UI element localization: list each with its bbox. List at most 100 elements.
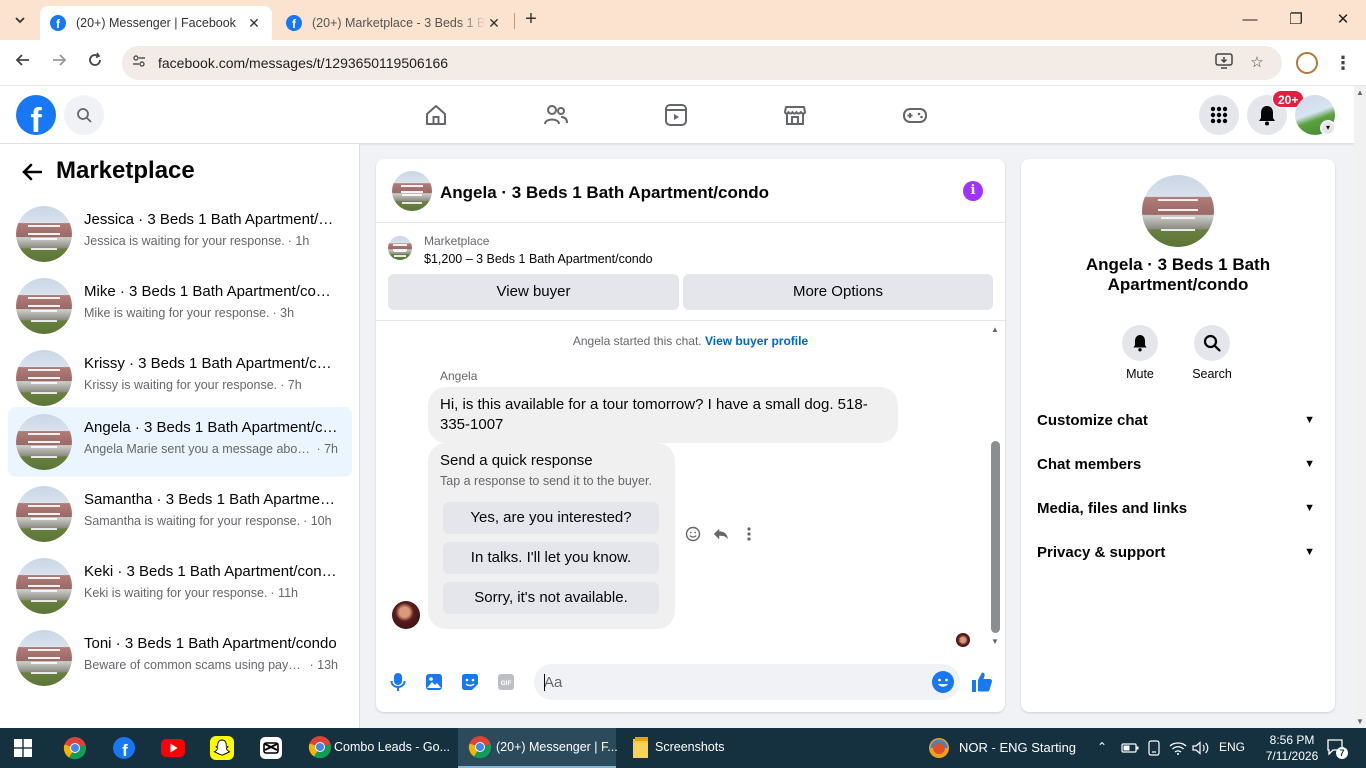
facebook-app-icon[interactable]: f	[111, 735, 137, 761]
quick-reply-yes-button[interactable]: Yes, are you interested?	[443, 502, 659, 534]
chat-scrollbar-thumb[interactable]	[991, 441, 1000, 633]
chevron-down-icon: ▼	[1304, 414, 1315, 426]
scroll-down-icon[interactable]: ▼	[991, 637, 999, 646]
back-button[interactable]	[18, 158, 46, 186]
sticker-button[interactable]	[458, 670, 482, 694]
snapchat-icon[interactable]	[209, 735, 235, 761]
conversation-item[interactable]: Mike · 3 Beds 1 Bath Apartment/condo Mik…	[8, 271, 352, 341]
search-in-conversation-button[interactable]: Search	[1182, 325, 1242, 381]
microphone-icon	[390, 673, 406, 691]
nav-video[interactable]	[661, 100, 691, 130]
conversation-item[interactable]: Krissy · 3 Beds 1 Bath Apartment/condo K…	[8, 343, 352, 413]
system-clock[interactable]: 8:56 PM 7/11/2026	[1262, 732, 1322, 764]
conversation-item[interactable]: Samantha · 3 Beds 1 Bath Apartment/condo…	[8, 479, 352, 549]
bookmark-star-icon[interactable]: ☆	[1247, 53, 1267, 73]
tab-search-dropdown[interactable]	[8, 8, 32, 32]
back-button[interactable]	[10, 50, 36, 76]
listing-thumbnail[interactable]	[388, 236, 412, 260]
facebook-search-button[interactable]	[64, 95, 104, 135]
voice-clip-button[interactable]	[386, 670, 410, 694]
close-tab-icon[interactable]: ✕	[486, 15, 502, 32]
address-bar[interactable]: facebook.com/messages/t/1293650119506166…	[122, 46, 1282, 80]
message-list[interactable]: Angela started this chat. View buyer pro…	[376, 321, 1005, 651]
minimize-button[interactable]: —	[1238, 8, 1262, 32]
media-files-links-section[interactable]: Media, files and links ▼	[1029, 486, 1327, 530]
taskbar-app-screenshots[interactable]: Screenshots	[624, 728, 774, 768]
listing-thumbnail	[16, 558, 72, 614]
attach-photo-button[interactable]	[422, 670, 446, 694]
quick-reply-not-available-button[interactable]: Sorry, it's not available.	[443, 582, 659, 614]
quick-response-title: Send a quick response	[440, 452, 593, 469]
battery-icon[interactable]	[1117, 735, 1143, 761]
more-options-button[interactable]: More Options	[683, 274, 993, 310]
volume-icon[interactable]	[1188, 735, 1214, 761]
tab-marketplace[interactable]: f (20+) Marketplace - 3 Beds 1 Bath ✕	[276, 6, 512, 40]
conversation-item[interactable]: Jessica · 3 Beds 1 Bath Apartment/condo …	[8, 199, 352, 269]
grid-menu-icon	[1210, 106, 1228, 124]
notification-center-icon[interactable]: 7	[1326, 738, 1348, 759]
view-buyer-profile-link[interactable]: View buyer profile	[705, 334, 808, 348]
conversation-item-active[interactable]: Angela · 3 Beds 1 Bath Apartment/condo A…	[8, 407, 352, 477]
chat-title[interactable]: Angela · 3 Beds 1 Bath Apartment/condo	[440, 183, 769, 203]
nav-marketplace[interactable]	[780, 100, 810, 130]
message-bubble[interactable]: Hi, is this available for a tour tomorro…	[428, 387, 898, 443]
tab-messenger[interactable]: f (20+) Messenger | Facebook ✕	[40, 6, 272, 40]
site-info-icon[interactable]	[130, 54, 148, 72]
conversation-item[interactable]: Keki · 3 Beds 1 Bath Apartment/condo Kek…	[8, 551, 352, 621]
weather-text[interactable]: NOR - ENG Starting	[959, 740, 1076, 755]
language-indicator[interactable]: ENG	[1219, 740, 1245, 754]
chevron-down-icon[interactable]: ▾	[1320, 120, 1336, 136]
device-icon[interactable]	[1141, 735, 1167, 761]
scroll-up-icon[interactable]: ▲	[991, 325, 999, 334]
sidebar-title: Marketplace	[56, 157, 195, 184]
mute-button[interactable]: Mute	[1110, 325, 1170, 381]
sender-avatar[interactable]	[392, 601, 420, 629]
conversation-info-icon[interactable]: i	[963, 181, 983, 201]
emoji-picker-button[interactable]	[932, 671, 954, 693]
weather-icon[interactable]	[926, 735, 952, 761]
privacy-support-section[interactable]: Privacy & support ▼	[1029, 530, 1327, 574]
react-icon[interactable]	[685, 526, 701, 542]
restore-button[interactable]: ❐	[1284, 8, 1308, 32]
message-input[interactable]	[544, 664, 914, 700]
search-label: Search	[1192, 367, 1232, 381]
send-like-button[interactable]	[970, 670, 994, 694]
menu-button[interactable]	[1199, 95, 1239, 135]
facebook-logo-icon[interactable]: f	[16, 95, 56, 135]
view-buyer-button[interactable]: View buyer	[388, 274, 679, 310]
nav-home[interactable]	[421, 100, 451, 130]
taskbar-app-messenger[interactable]: (20+) Messenger | F...	[458, 728, 618, 768]
taskbar-app-combo-leads[interactable]: Combo Leads - Go...	[302, 728, 454, 768]
listing-price-title[interactable]: $1,200 – 3 Beds 1 Bath Apartment/condo	[424, 252, 653, 266]
chat-members-section[interactable]: Chat members ▼	[1029, 442, 1327, 486]
reload-button[interactable]	[82, 50, 108, 76]
search-icon	[1203, 334, 1221, 352]
install-app-icon[interactable]	[1214, 53, 1234, 73]
conversation-name: Krissy · 3 Beds 1 Bath Apartment/condo	[84, 355, 338, 372]
capcut-icon[interactable]	[258, 735, 284, 761]
quick-reply-in-talks-button[interactable]: In talks. I'll let you know.	[443, 542, 659, 574]
listing-avatar-large[interactable]	[1142, 175, 1214, 247]
scroll-up-icon[interactable]: ▲	[1356, 88, 1364, 97]
nav-gaming[interactable]	[900, 100, 930, 130]
conversation-item[interactable]: Toni · 3 Beds 1 Bath Apartment/condo Bew…	[8, 623, 352, 693]
gif-button[interactable]: GIF	[494, 670, 518, 694]
windows-start-icon[interactable]	[10, 735, 36, 761]
marketplace-label: Marketplace	[424, 234, 490, 248]
reply-icon[interactable]	[713, 526, 729, 542]
browser-profile-icon[interactable]	[1296, 52, 1318, 74]
chat-avatar[interactable]	[392, 171, 432, 211]
forward-button[interactable]	[46, 50, 72, 76]
browser-menu-icon[interactable]: ⋮	[1334, 50, 1352, 76]
new-tab-button[interactable]: +	[520, 8, 542, 30]
more-icon[interactable]	[741, 526, 757, 542]
chrome-icon[interactable]	[62, 735, 88, 761]
close-tab-icon[interactable]: ✕	[246, 15, 262, 32]
page-scrollbar[interactable]: ▲ ▼	[1354, 86, 1366, 728]
youtube-icon[interactable]	[160, 735, 186, 761]
nav-friends[interactable]	[541, 100, 571, 130]
scroll-down-icon[interactable]: ▼	[1356, 717, 1364, 726]
chevron-up-icon[interactable]: ⌃	[1097, 740, 1107, 754]
customize-chat-section[interactable]: Customize chat ▼	[1029, 398, 1327, 442]
close-window-button[interactable]: ✕	[1331, 8, 1355, 32]
